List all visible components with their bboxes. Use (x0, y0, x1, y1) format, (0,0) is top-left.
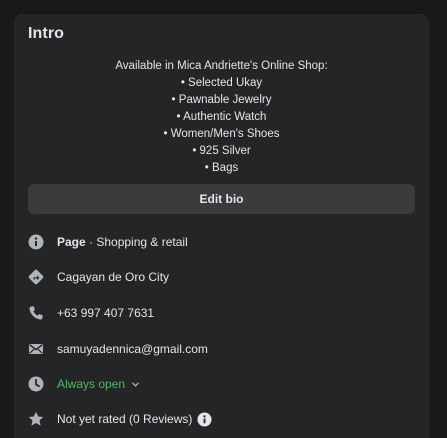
location-text[interactable]: Cagayan de Oro City (57, 270, 169, 284)
hours-status[interactable]: Always open (57, 377, 125, 391)
bio-line: • Women/Men's Shoes (163, 128, 280, 140)
chevron-down-icon[interactable] (131, 380, 140, 389)
edit-bio-button[interactable]: Edit bio (28, 184, 415, 214)
bio-line: • Bags (204, 162, 239, 174)
page-category: Shopping & retail (96, 235, 188, 249)
rating-row: Not yet rated (0 Reviews) (28, 409, 212, 429)
hours-row[interactable]: Always open (28, 374, 140, 394)
email-icon (28, 341, 44, 357)
email-text[interactable]: samuyadennica@gmail.com (57, 342, 208, 356)
intro-card: Intro Available in Mica Andriette's Onli… (14, 14, 429, 438)
phone-icon (28, 305, 44, 321)
bio-line: • Authentic Watch (176, 111, 267, 123)
intro-title: Intro (28, 25, 65, 42)
email-row: samuyadennica@gmail.com (28, 339, 208, 359)
directions-icon (28, 269, 44, 285)
bio-line: • 925 Silver (192, 145, 251, 157)
rating-text: Not yet rated (0 Reviews) (57, 412, 193, 426)
location-row: Cagayan de Oro City (28, 267, 169, 287)
page-separator: · (85, 235, 97, 249)
bio-line: • Pawnable Jewelry (171, 94, 272, 106)
bio-line: Available in Mica Andriette's Online Sho… (115, 60, 328, 72)
star-icon (28, 411, 44, 427)
phone-text[interactable]: +63 997 407 7631 (57, 306, 154, 320)
bio-line: • Selected Ukay (180, 77, 263, 89)
clock-icon (28, 376, 44, 392)
info-icon (28, 234, 44, 250)
bio-text: Available in Mica Andriette's Online Sho… (14, 58, 429, 177)
rating-info-icon[interactable] (197, 411, 212, 427)
page-label: Page (57, 235, 86, 249)
phone-row: +63 997 407 7631 (28, 303, 154, 323)
page-category-row: Page · Shopping & retail (28, 232, 188, 252)
